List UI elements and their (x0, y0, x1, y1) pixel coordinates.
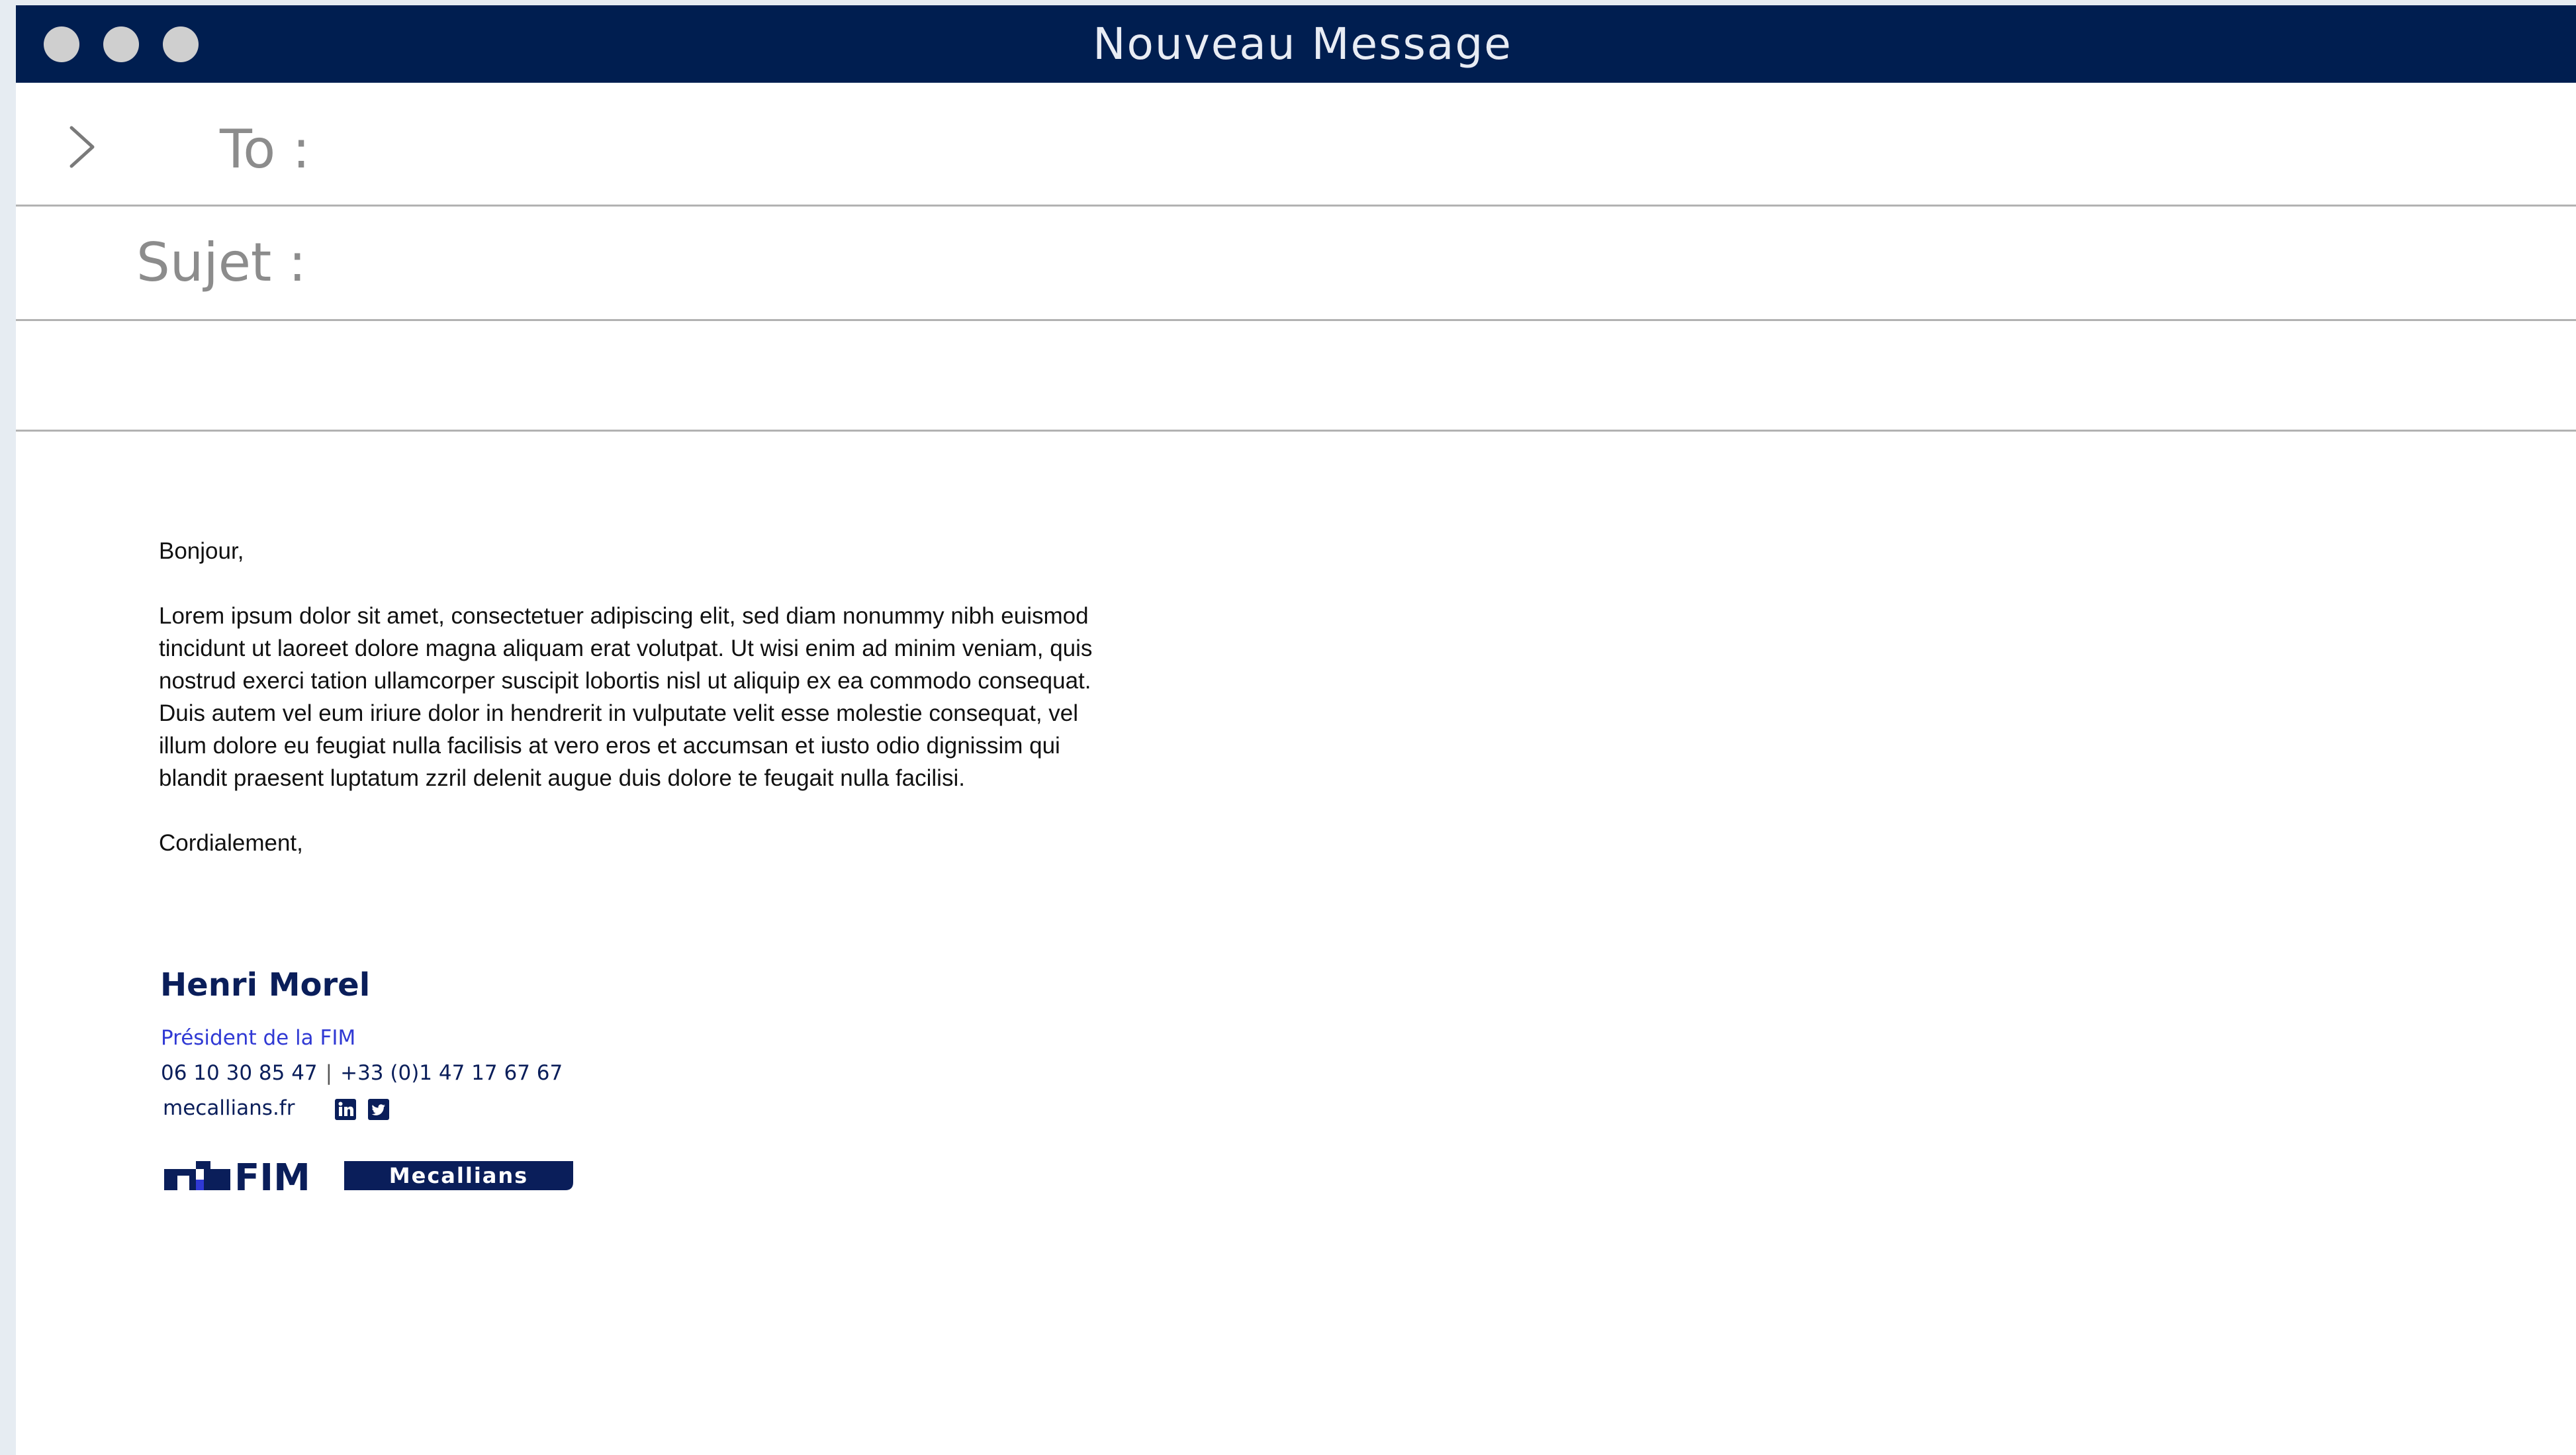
chevron-right-icon[interactable] (60, 124, 106, 170)
fim-logo: FIM (164, 1157, 310, 1197)
subject-label: Sujet : (136, 232, 306, 293)
closing-text: Cordialement, (159, 830, 303, 856)
subject-input[interactable] (320, 236, 2534, 297)
signature-mobile: 06 10 30 85 47 (161, 1061, 318, 1085)
signature-role: Président de la FIM (161, 1026, 356, 1050)
phone-separator: | (325, 1061, 333, 1085)
mecallians-logo: Mecallians (344, 1161, 573, 1190)
extra-field-input[interactable] (136, 346, 2522, 407)
subject-row: Sujet : (16, 207, 2576, 321)
signature-phones: 06 10 30 85 47 | +33 (0)1 47 17 67 67 (161, 1061, 563, 1085)
fim-wordmark: FIM (234, 1157, 310, 1197)
window-title: Nouveau Message (1093, 19, 1512, 70)
title-bar: Nouveau Message (16, 5, 2576, 83)
twitter-icon[interactable] (368, 1099, 389, 1120)
signature-website[interactable]: mecallians.fr (163, 1096, 295, 1120)
body-paragraph: Lorem ipsum dolor sit amet, consectetuer… (159, 603, 1093, 791)
to-row: To : (16, 83, 2576, 207)
compose-window: Nouveau Message To : Sujet : Bonjour, Lo… (16, 5, 2576, 1455)
signature-logos: FIM Mecallians (164, 1157, 573, 1197)
greeting-text: Bonjour, (159, 538, 244, 564)
linkedin-icon[interactable] (335, 1099, 356, 1120)
extra-field-row[interactable] (16, 321, 2576, 432)
mecallians-wordmark: Mecallians (389, 1163, 528, 1188)
to-input[interactable] (347, 124, 2534, 185)
signature-name: Henri Morel (160, 966, 371, 1004)
to-label: To : (220, 118, 310, 180)
signature-phone: +33 (0)1 47 17 67 67 (340, 1061, 563, 1085)
message-body[interactable]: Bonjour, Lorem ipsum dolor sit amet, con… (159, 535, 1099, 859)
